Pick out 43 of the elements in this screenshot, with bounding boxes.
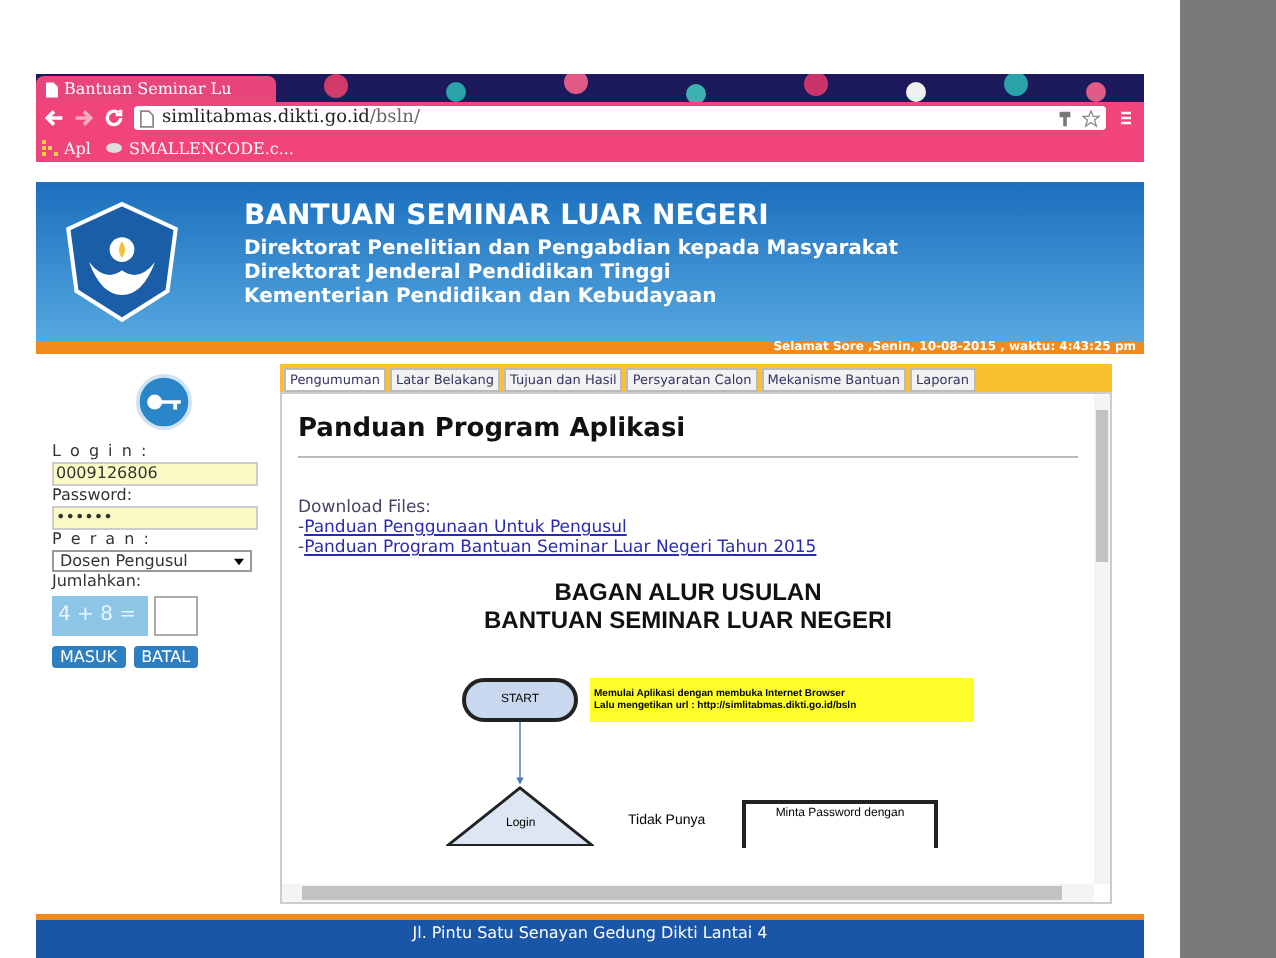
password-field[interactable]: •••••• bbox=[52, 506, 258, 530]
caret-icon bbox=[234, 557, 244, 565]
organization-name: Direktorat Jenderal Pendidikan Tinggi bbox=[244, 261, 673, 285]
back-icon[interactable] bbox=[44, 108, 64, 128]
address-field[interactable]: simlitabmas.dikti.go.id/bsln/ bbox=[134, 106, 1106, 130]
download-label: Download Files: bbox=[298, 498, 433, 518]
download-link[interactable]: Panduan Penggunaan Untuk Pengusul bbox=[304, 518, 627, 538]
login-button[interactable]: MASUK bbox=[52, 646, 126, 668]
role-dropdown[interactable]: Dosen Pengusul bbox=[52, 550, 252, 572]
arrow bbox=[514, 722, 526, 786]
url-text: simlitabmas.dikti.go.id/bsln/ bbox=[162, 108, 423, 128]
scrollbar-thumb[interactable] bbox=[1096, 410, 1108, 562]
address-text: Jl. Pintu Satu Senayan Gedung Dikti Lantai 4 bbox=[412, 924, 768, 946]
bookmark[interactable]: Apl bbox=[42, 139, 91, 157]
site-icon bbox=[106, 140, 123, 156]
bookmark[interactable]: SMALLENCODE.c... bbox=[106, 139, 294, 157]
star-icon[interactable] bbox=[1082, 109, 1100, 127]
login-field[interactable]: 0009126806 bbox=[52, 462, 258, 486]
organization-name: Direktorat Penelitian dan Pengabdian kepada Masyarakat bbox=[244, 237, 899, 261]
captcha-text: 4 + 8 = bbox=[52, 596, 148, 636]
chart-title: BAGAN ALUR USULAN bbox=[554, 578, 822, 606]
chart-title: BANTUAN SEMINAR LUAR NEGERI bbox=[484, 606, 892, 634]
scrollbar-thumb[interactable] bbox=[302, 886, 1062, 900]
organization-name: Kementerian Pendidikan dan Kebudayaan bbox=[244, 285, 719, 309]
page-icon bbox=[46, 81, 58, 97]
menu-icon[interactable] bbox=[1116, 108, 1136, 128]
emblem-icon bbox=[60, 200, 184, 324]
apps-icon bbox=[42, 140, 58, 156]
download-link[interactable]: Panduan Program Bantuan Seminar Luar Negeri Tahun 2015 bbox=[304, 538, 817, 558]
role-label: P e r a n : bbox=[52, 530, 153, 550]
site-title: BANTUAN SEMINAR LUAR NEGERI bbox=[244, 199, 771, 231]
page-icon bbox=[140, 109, 154, 127]
list-dash: - bbox=[298, 538, 305, 558]
sum-label: Jumlahkan: bbox=[52, 572, 144, 592]
answer-field[interactable] bbox=[154, 596, 198, 636]
password-label: Password: bbox=[52, 486, 135, 506]
reload-icon[interactable] bbox=[104, 108, 124, 128]
login-button[interactable]: BATAL bbox=[133, 646, 199, 668]
browser-tab[interactable]: Bantuan Seminar Lu bbox=[36, 76, 276, 102]
login-label: L o g i n : bbox=[52, 442, 151, 462]
forward-icon[interactable] bbox=[74, 108, 94, 128]
list-dash: - bbox=[298, 518, 305, 538]
section-heading: Panduan Program Aplikasi bbox=[298, 414, 688, 444]
